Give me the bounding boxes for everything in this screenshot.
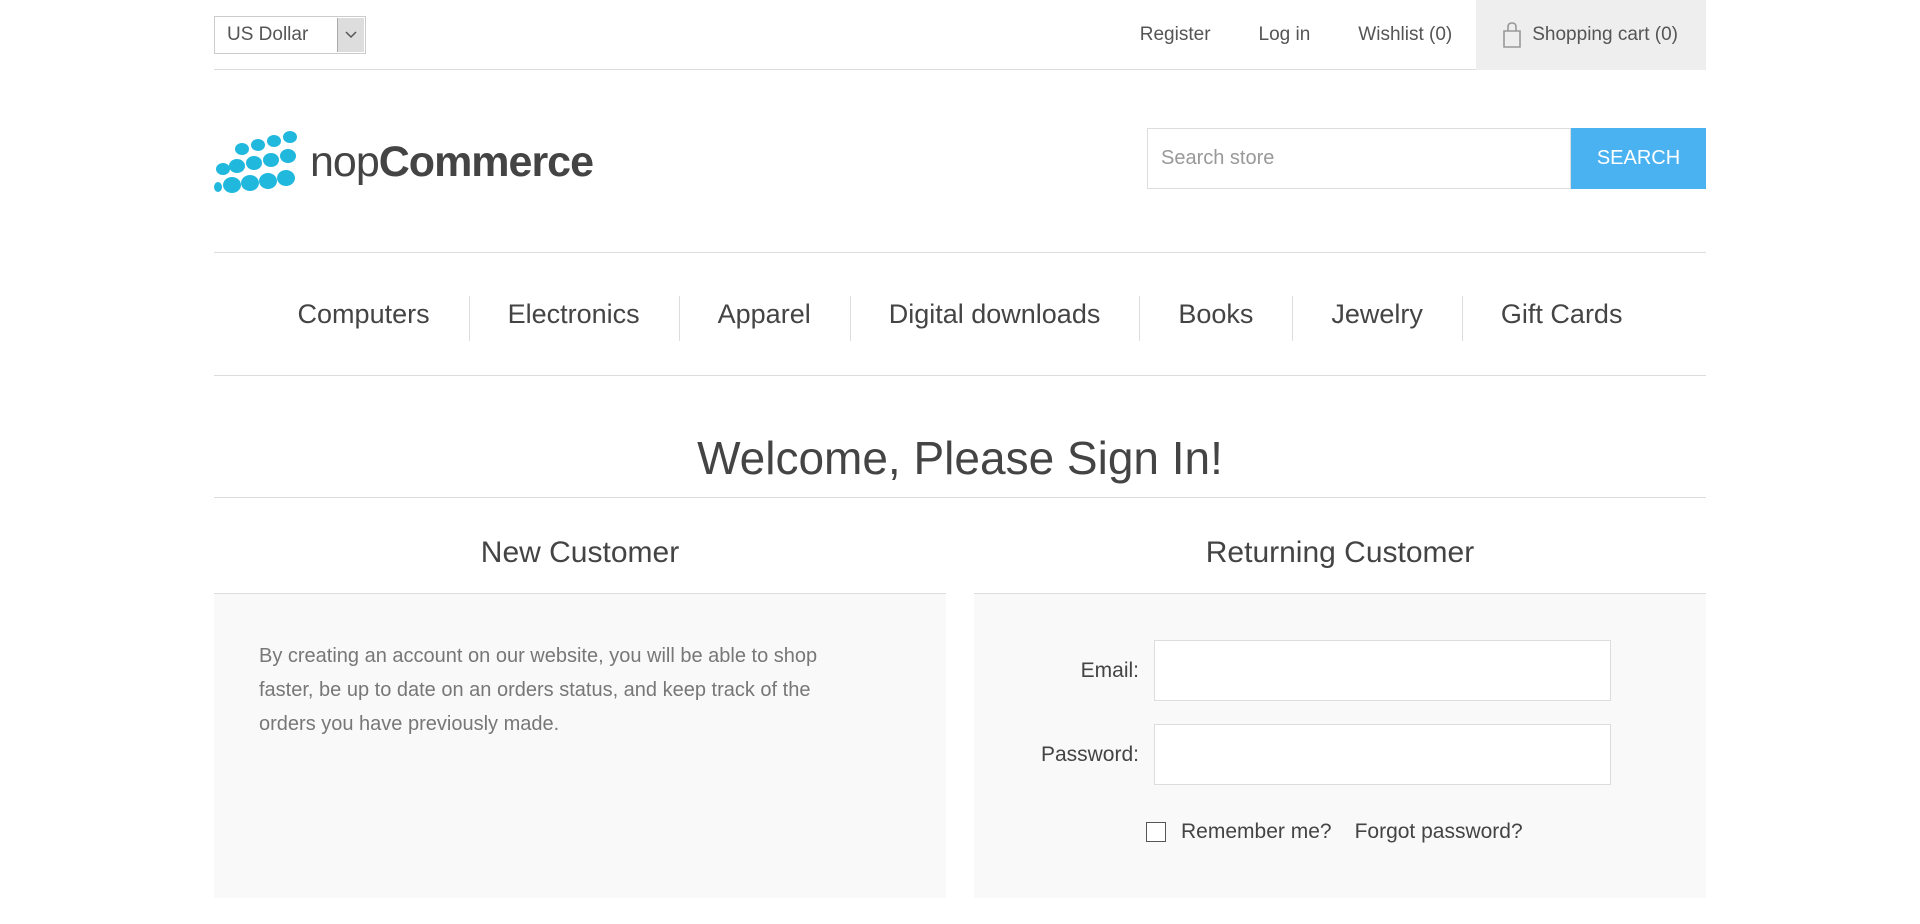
remember-me-label[interactable]: Remember me? <box>1181 820 1332 844</box>
logo-wordmark: nopCommerce <box>310 137 594 186</box>
menu-item-electronics[interactable]: Electronics <box>468 295 679 341</box>
wishlist-link[interactable]: Wishlist (0) <box>1334 0 1476 70</box>
menu-item-gift-cards[interactable]: Gift Cards <box>1461 295 1662 341</box>
shopping-bag-icon <box>1502 22 1522 48</box>
email-label: Email: <box>1080 658 1139 682</box>
new-customer-body: By creating an account on our website, y… <box>214 594 946 898</box>
menu-item-books[interactable]: Books <box>1139 295 1292 341</box>
store-logo[interactable]: nopCommerce <box>214 126 594 198</box>
email-field[interactable] <box>1154 640 1611 701</box>
currency-selector[interactable]: US Dollar <box>214 16 366 54</box>
top-menu: Computers Electronics Apparel Digital do… <box>214 253 1706 376</box>
new-customer-title-block: New Customer <box>214 520 946 594</box>
returning-customer-panel: Returning Customer Email: Password: Reme… <box>974 520 1706 898</box>
new-customer-title: New Customer <box>480 536 680 569</box>
search-button[interactable]: SEARCH <box>1571 128 1706 189</box>
menu-item-jewelry[interactable]: Jewelry <box>1292 295 1462 341</box>
new-customer-text: By creating an account on our website, y… <box>259 645 818 735</box>
email-row: Email: <box>974 640 1611 701</box>
dots-logo-icon <box>214 131 297 193</box>
login-form: Email: Password: Remember me? Forgot pas… <box>974 594 1706 898</box>
page-title-block: Welcome, Please Sign In! <box>214 430 1706 498</box>
remember-row: Remember me? Forgot password? <box>1146 820 1523 844</box>
new-customer-panel: New Customer By creating an account on o… <box>214 520 946 898</box>
login-link[interactable]: Log in <box>1235 0 1335 70</box>
shopping-cart-label: Shopping cart (0) <box>1532 24 1678 45</box>
search-box: SEARCH <box>1147 128 1706 189</box>
page-title: Welcome, Please Sign In! <box>697 432 1223 484</box>
menu-item-computers[interactable]: Computers <box>259 299 469 330</box>
header-lower: nopCommerce SEARCH <box>214 70 1706 253</box>
returning-customer-title: Returning Customer <box>1205 536 1475 569</box>
currency-selected: US Dollar <box>227 24 309 45</box>
chevron-down-icon <box>337 18 364 52</box>
register-link[interactable]: Register <box>1116 0 1235 70</box>
password-label: Password: <box>1040 742 1139 766</box>
search-input[interactable] <box>1147 128 1571 189</box>
password-row: Password: <box>974 724 1611 785</box>
remember-me-checkbox[interactable] <box>1146 822 1166 842</box>
header-upper: US Dollar Register Log in Wishlist (0) S… <box>214 0 1706 70</box>
shopping-cart-link[interactable]: Shopping cart (0) <box>1476 0 1706 70</box>
header-links: Register Log in Wishlist (0) Shopping ca… <box>1116 0 1706 70</box>
menu-item-apparel[interactable]: Apparel <box>678 295 850 341</box>
forgot-password-link[interactable]: Forgot password? <box>1355 820 1523 844</box>
menu-item-digital-downloads[interactable]: Digital downloads <box>849 295 1140 341</box>
password-field[interactable] <box>1154 724 1611 785</box>
returning-customer-title-block: Returning Customer <box>974 520 1706 594</box>
page: US Dollar Register Log in Wishlist (0) S… <box>0 0 1920 924</box>
